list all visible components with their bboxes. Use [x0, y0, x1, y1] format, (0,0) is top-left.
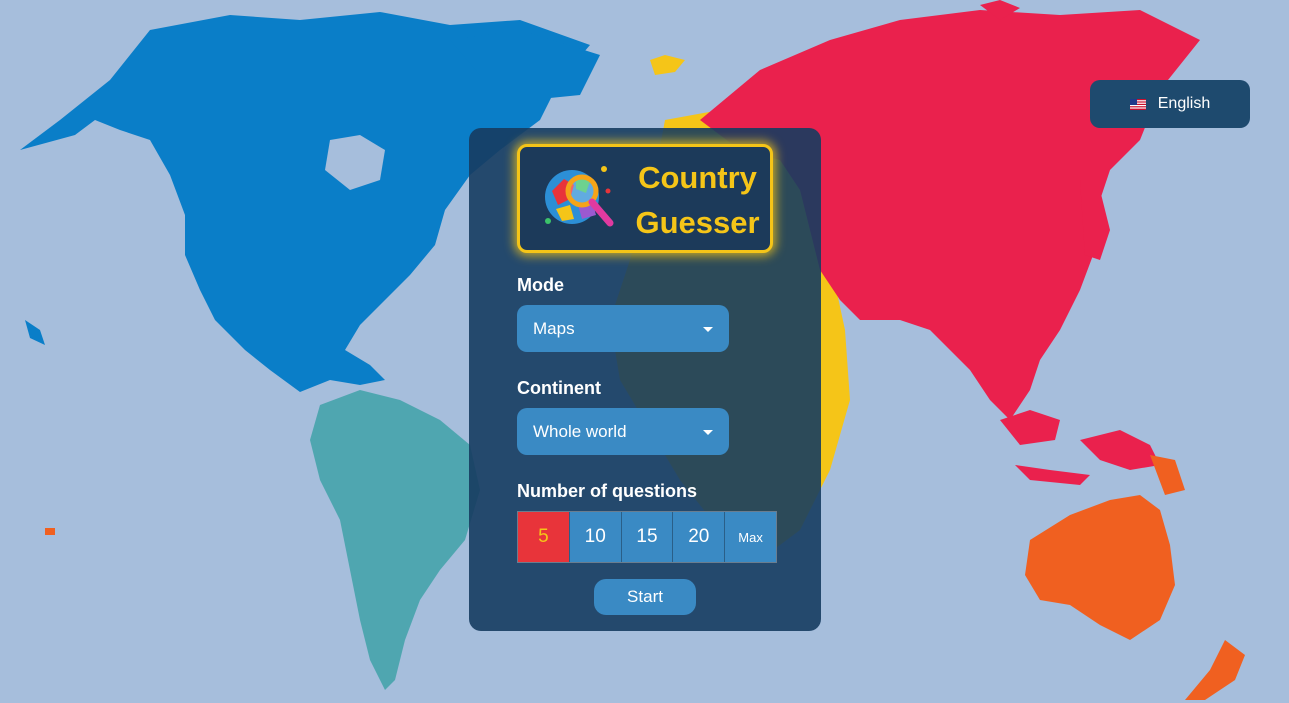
language-label: English [1157, 95, 1211, 112]
south-america-region [310, 390, 480, 690]
globe-magnifier-icon [545, 166, 614, 227]
mode-label: Mode [517, 275, 564, 295]
app-title-line1: Country [638, 160, 757, 195]
mode-select-value: Maps [533, 318, 575, 338]
language-selector[interactable]: English [1090, 80, 1250, 128]
question-count-20[interactable]: 20 [673, 512, 726, 562]
question-count-10[interactable]: 10 [569, 512, 622, 562]
app-logo: Country Guesser [517, 144, 773, 253]
us-flag-icon [1129, 98, 1146, 110]
questions-label: Number of questions [517, 481, 698, 501]
game-setup-panel: Country Guesser Mode Maps Continent Whol… [469, 128, 821, 631]
chevron-down-icon [703, 327, 713, 332]
start-button[interactable]: Start [594, 579, 696, 615]
continent-select-value: Whole world [533, 421, 627, 441]
continent-select[interactable]: Whole world [517, 408, 729, 455]
question-count-max[interactable]: Max [725, 512, 776, 562]
question-count-5[interactable]: 5 [518, 512, 570, 562]
oceania-region [1025, 495, 1175, 640]
app-title-line2: Guesser [635, 205, 760, 240]
app-title: Country Guesser [625, 155, 770, 245]
continent-label: Continent [517, 378, 601, 398]
mode-select[interactable]: Maps [517, 305, 729, 352]
question-count-selector: 5 10 15 20 Max [517, 511, 777, 563]
chevron-down-icon [703, 430, 713, 435]
question-count-15[interactable]: 15 [621, 512, 674, 562]
